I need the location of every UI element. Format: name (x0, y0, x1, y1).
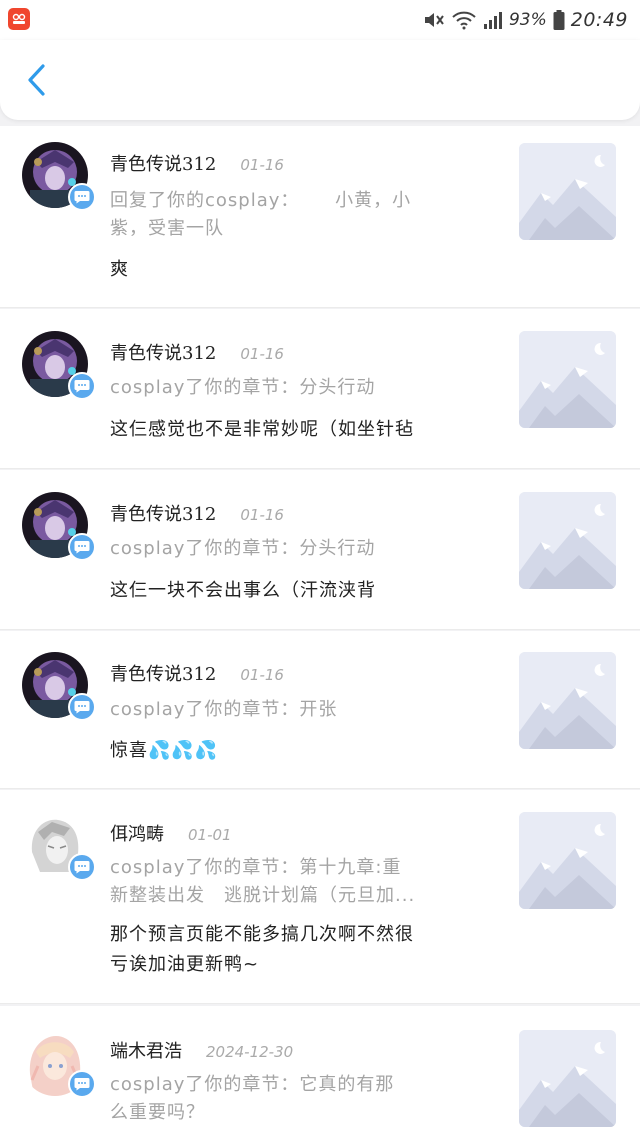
list-item[interactable]: 佴鸿畴 01-01 cosplay了你的章节：第十九章:重 新整装出发 逃脱计划… (0, 790, 640, 1004)
thumbnail-placeholder[interactable] (519, 492, 616, 589)
list-item[interactable]: 青色传说312 01-16 cosplay了你的章节：开张 惊喜💦💦💦 (0, 631, 640, 789)
back-button[interactable] (16, 62, 56, 102)
reply-line: 爽 (110, 259, 129, 280)
quoted-content: cosplay了你的章节：分头行动 (110, 374, 460, 402)
list-item[interactable]: 青色传说312 01-16 cosplay了你的章节：分头行动 这仨感觉也不是非… (0, 309, 640, 469)
quote-line: 么重要吗？ (110, 1102, 205, 1123)
thumbnail-placeholder[interactable] (519, 143, 616, 240)
timestamp: 2024-12-30 (206, 1043, 294, 1061)
quote-line: 回复了你的cosplay： 小黄，小 (110, 190, 412, 211)
quoted-content: cosplay了你的章节：第十九章:重 新整装出发 逃脱计划篇（元旦加... (110, 854, 460, 910)
reply-text: 那个预言页能不能多搞几次啊不然很 亏诶加油更新鸭~ (110, 920, 490, 980)
reply-text: 这仨一块不会出事么（汗流浃背 (110, 576, 490, 606)
quoted-content: cosplay了你的章节：开张 (110, 696, 460, 724)
status-icons: 93% 20:49 (423, 6, 628, 34)
quoted-content: cosplay了你的章节：分头行动 (110, 535, 460, 563)
reply-line: 惊喜💦💦💦 (110, 740, 219, 761)
quoted-content: cosplay了你的章节：它真的有那 么重要吗？ (110, 1071, 460, 1127)
chat-bubble-icon (74, 1078, 90, 1091)
user-name[interactable]: 青色传说312 (110, 150, 216, 176)
signal-icon (483, 10, 503, 30)
image-placeholder-icon (519, 652, 616, 749)
timestamp: 01-16 (240, 156, 284, 174)
user-name[interactable]: 青色传说312 (110, 339, 216, 365)
comment-badge (68, 372, 96, 400)
reply-text: 惊喜💦💦💦 (110, 736, 490, 766)
comment-badge (68, 183, 96, 211)
thumbnail-placeholder[interactable] (519, 1030, 616, 1127)
quote-line: cosplay了你的章节：分头行动 (110, 377, 376, 398)
quote-line: cosplay了你的章节：开张 (110, 699, 338, 720)
top-nav-bar (0, 40, 640, 120)
reply-text: 爽 (110, 255, 490, 285)
reply-line: 那个预言页能不能多搞几次啊不然很 (110, 924, 414, 945)
timestamp: 01-16 (240, 506, 284, 524)
user-name[interactable]: 青色传说312 (110, 660, 216, 686)
chat-bubble-icon (74, 380, 90, 393)
quoted-content: 回复了你的cosplay： 小黄，小 紫，受害一队 (110, 187, 460, 243)
quote-line: cosplay了你的章节：第十九章:重 (110, 857, 402, 878)
reply-line: 这仨一块不会出事么（汗流浃背 (110, 580, 376, 601)
comment-badge (68, 1070, 96, 1098)
clock: 20:49 (570, 9, 628, 31)
chat-bubble-icon (74, 861, 90, 874)
image-placeholder-icon (519, 1030, 616, 1127)
thumbnail-placeholder[interactable] (519, 652, 616, 749)
chat-bubble-icon (74, 541, 90, 554)
user-name[interactable]: 端木君浩 (110, 1037, 182, 1063)
chat-bubble-icon (74, 191, 90, 204)
image-placeholder-icon (519, 143, 616, 240)
thumbnail-placeholder[interactable] (519, 812, 616, 909)
quote-line: 新整装出发 逃脱计划篇（元旦加... (110, 885, 416, 906)
wifi-icon (451, 10, 477, 30)
quote-line: cosplay了你的章节：分头行动 (110, 538, 376, 559)
user-name[interactable]: 佴鸿畴 (110, 820, 164, 846)
reply-line: 亏诶加油更新鸭~ (110, 954, 260, 975)
quote-line: 紫，受害一队 (110, 218, 224, 239)
battery-percent: 93% (508, 10, 547, 30)
image-placeholder-icon (519, 331, 616, 428)
comment-badge (68, 693, 96, 721)
timestamp: 01-01 (188, 826, 232, 844)
chevron-left-icon (25, 63, 47, 101)
reply-line: 这仨感觉也不是非常妙呢（如坐针毡 (110, 419, 414, 440)
quote-line: cosplay了你的章节：它真的有那 (110, 1074, 395, 1095)
battery-icon (553, 10, 565, 30)
user-name[interactable]: 青色传说312 (110, 500, 216, 526)
status-bar: 93% 20:49 (0, 0, 640, 40)
timestamp: 01-16 (240, 345, 284, 363)
timestamp: 01-16 (240, 666, 284, 684)
thumbnail-placeholder[interactable] (519, 331, 616, 428)
chat-bubble-icon (74, 701, 90, 714)
mute-icon (423, 10, 445, 30)
list-item[interactable]: 青色传说312 01-16 回复了你的cosplay： 小黄，小 紫，受害一队 … (0, 126, 640, 308)
image-placeholder-icon (519, 492, 616, 589)
list-item[interactable]: 青色传说312 01-16 cosplay了你的章节：分头行动 这仨一块不会出事… (0, 470, 640, 630)
image-placeholder-icon (519, 812, 616, 909)
comment-badge (68, 853, 96, 881)
list-item[interactable]: 端木君浩 2024-12-30 cosplay了你的章节：它真的有那 么重要吗？ (0, 1006, 640, 1146)
comment-badge (68, 533, 96, 561)
reply-text: 这仨感觉也不是非常妙呢（如坐针毡 (110, 415, 490, 445)
app-icon (8, 8, 30, 30)
